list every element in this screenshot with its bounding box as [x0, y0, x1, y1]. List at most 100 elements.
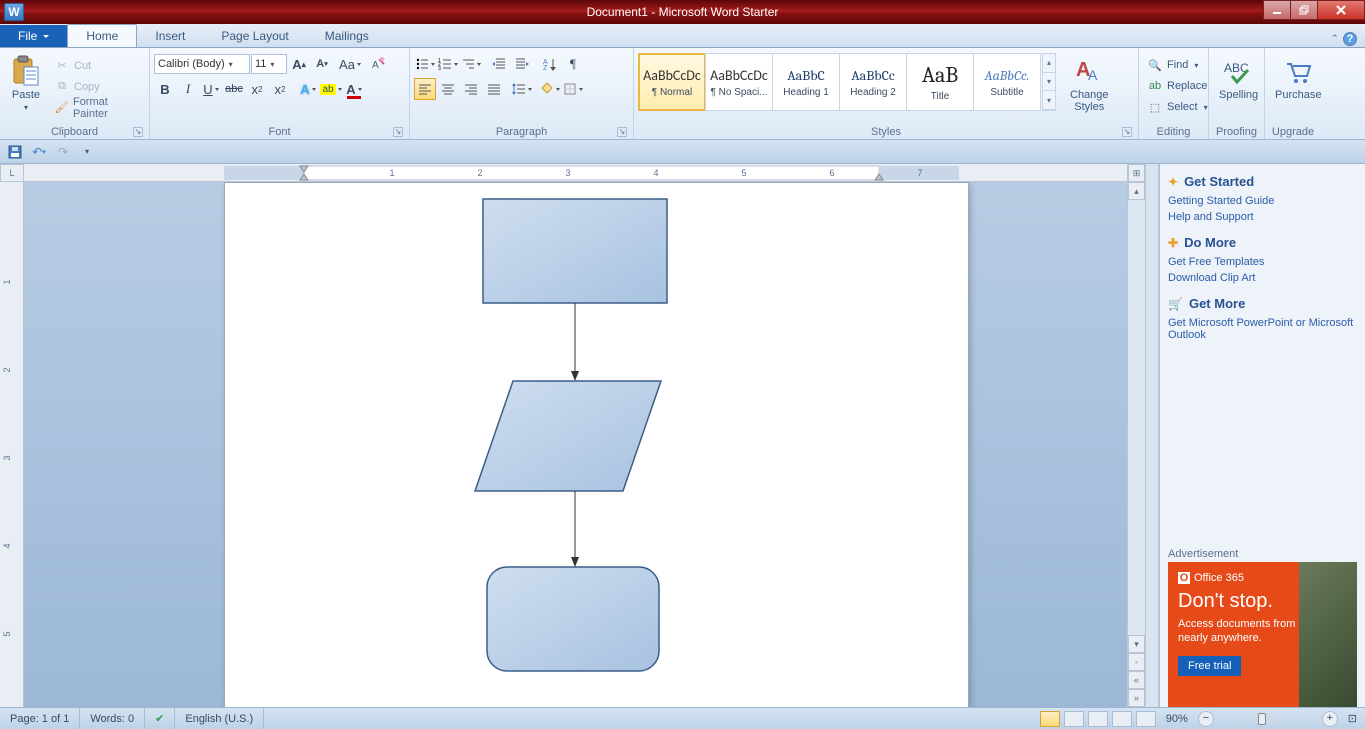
style-title[interactable]: AaBTitle — [906, 53, 974, 111]
grow-font-button[interactable]: A▴ — [288, 53, 310, 75]
ruler-toggle-icon[interactable]: ⊞ — [1128, 164, 1145, 182]
tab-selector[interactable]: L — [0, 164, 24, 182]
view-web-layout[interactable] — [1088, 711, 1108, 727]
indent-button[interactable] — [511, 53, 533, 75]
restore-button[interactable] — [1290, 0, 1318, 20]
numbering-button[interactable]: 123 — [437, 53, 459, 75]
multilevel-button[interactable] — [460, 53, 482, 75]
shading-button[interactable] — [539, 78, 561, 100]
font-size-combo[interactable]: 11▾ — [251, 54, 287, 74]
horizontal-ruler[interactable]: 123 456 7 — [24, 164, 1127, 182]
superscript-button[interactable]: x2 — [269, 78, 291, 100]
align-left-button[interactable] — [414, 78, 436, 100]
styles-gallery[interactable]: AaBbCcDc¶ NormalAaBbCcDc¶ No Spaci...AaB… — [638, 53, 1040, 111]
view-outline[interactable] — [1112, 711, 1132, 727]
align-right-button[interactable] — [460, 78, 482, 100]
spelling-button[interactable]: ABC Spelling — [1213, 53, 1264, 103]
prev-page-button[interactable]: « — [1128, 671, 1145, 689]
change-case-button[interactable]: Aa — [339, 53, 361, 75]
paragraph-launcher[interactable]: ↘ — [617, 127, 627, 137]
link-templates[interactable]: Get Free Templates — [1168, 254, 1357, 270]
minimize-button[interactable] — [1263, 0, 1291, 20]
select-button[interactable]: ⬚Select▾ — [1143, 97, 1212, 117]
cut-button[interactable]: ✂Cut — [50, 55, 145, 76]
style-heading-2[interactable]: AaBbCcHeading 2 — [839, 53, 907, 111]
link-clipart[interactable]: Download Clip Art — [1168, 270, 1357, 286]
page-area[interactable] — [24, 182, 1127, 707]
scroll-down-button[interactable]: ▾ — [1128, 635, 1145, 653]
align-center-button[interactable] — [437, 78, 459, 100]
styles-scroll[interactable]: ▴▾▾ — [1042, 53, 1056, 111]
clipboard-launcher[interactable]: ↘ — [133, 127, 143, 137]
next-page-button[interactable]: » — [1128, 689, 1145, 707]
tab-page-layout[interactable]: Page Layout — [203, 25, 306, 47]
redo-button[interactable]: ↷ — [54, 143, 72, 161]
paste-button[interactable]: Paste ▾ — [4, 53, 48, 114]
line-spacing-button[interactable] — [511, 78, 533, 100]
vertical-scrollbar[interactable]: ⊞ ▴ ▾ ◦ « » — [1127, 164, 1145, 707]
view-full-screen[interactable] — [1064, 711, 1084, 727]
browse-object-button[interactable]: ◦ — [1128, 653, 1145, 671]
font-name-combo[interactable]: Calibri (Body)▾ — [154, 54, 250, 74]
purchase-button[interactable]: Purchase — [1269, 53, 1327, 103]
strike-button[interactable]: abc — [223, 78, 245, 100]
find-button[interactable]: 🔍Find▾ — [1143, 55, 1212, 75]
borders-button[interactable] — [562, 78, 584, 100]
status-page[interactable]: Page: 1 of 1 — [0, 708, 80, 729]
advertisement[interactable]: OOffice 365 Don't stop. Access documents… — [1168, 562, 1357, 707]
vertical-ruler[interactable]: 1 2 3 4 5 — [0, 182, 24, 707]
underline-button[interactable]: U — [200, 78, 222, 100]
qat-customize[interactable]: ▾ — [78, 143, 96, 161]
zoom-fit-icon[interactable]: ⊡ — [1348, 712, 1357, 725]
zoom-out-button[interactable]: − — [1198, 711, 1214, 727]
save-button[interactable] — [6, 143, 24, 161]
ad-cta-button[interactable]: Free trial — [1178, 656, 1241, 676]
zoom-in-button[interactable]: + — [1322, 711, 1338, 727]
shrink-font-button[interactable]: A▾ — [311, 53, 333, 75]
tab-insert[interactable]: Insert — [137, 25, 203, 47]
status-language[interactable]: English (U.S.) — [175, 708, 264, 729]
tab-home[interactable]: Home — [67, 24, 137, 47]
tab-file[interactable]: File — [0, 25, 67, 47]
highlight-button[interactable]: ab — [320, 78, 342, 100]
change-styles-button[interactable]: AA Change Styles — [1064, 53, 1115, 115]
scroll-up-button[interactable]: ▴ — [1128, 182, 1145, 200]
link-help[interactable]: Help and Support — [1168, 209, 1357, 225]
view-print-layout[interactable] — [1040, 711, 1060, 727]
minimize-ribbon-icon[interactable]: ˆ — [1333, 32, 1337, 47]
style-heading-1[interactable]: AaBbCHeading 1 — [772, 53, 840, 111]
status-words[interactable]: Words: 0 — [80, 708, 145, 729]
subscript-button[interactable]: x2 — [246, 78, 268, 100]
link-get-office[interactable]: Get Microsoft PowerPoint or Microsoft Ou… — [1168, 315, 1357, 343]
panel-toggle[interactable] — [1145, 164, 1159, 707]
font-color-button[interactable]: A — [343, 78, 365, 100]
format-painter-button[interactable]: 🖌Format Painter — [50, 97, 145, 118]
help-icon[interactable]: ? — [1343, 32, 1357, 46]
zoom-value[interactable]: 90% — [1166, 713, 1188, 725]
bold-button[interactable]: B — [154, 78, 176, 100]
styles-launcher[interactable]: ↘ — [1122, 127, 1132, 137]
clear-format-button[interactable]: A — [367, 53, 389, 75]
sort-button[interactable]: AZ — [539, 53, 561, 75]
bullets-button[interactable] — [414, 53, 436, 75]
style-subtitle[interactable]: AaBbCc.Subtitle — [973, 53, 1041, 111]
link-getting-started[interactable]: Getting Started Guide — [1168, 193, 1357, 209]
font-launcher[interactable]: ↘ — [393, 127, 403, 137]
status-proofing[interactable]: ✔ — [145, 708, 175, 729]
style---normal[interactable]: AaBbCcDc¶ Normal — [638, 53, 706, 111]
close-button[interactable] — [1317, 0, 1365, 20]
outdent-button[interactable] — [488, 53, 510, 75]
show-marks-button[interactable]: ¶ — [562, 53, 584, 75]
copy-button[interactable]: ⧉Copy — [50, 76, 145, 97]
style---no-spaci---[interactable]: AaBbCcDc¶ No Spaci... — [705, 53, 773, 111]
document-page[interactable] — [224, 182, 969, 707]
view-draft[interactable] — [1136, 711, 1156, 727]
italic-button[interactable]: I — [177, 78, 199, 100]
justify-button[interactable] — [483, 78, 505, 100]
text-effects-button[interactable]: A — [297, 78, 319, 100]
zoom-slider[interactable] — [1218, 717, 1318, 721]
tab-mailings[interactable]: Mailings — [307, 25, 387, 47]
replace-button[interactable]: abReplace — [1143, 76, 1212, 96]
undo-button[interactable]: ↶▾ — [30, 143, 48, 161]
paste-label: Paste — [12, 89, 40, 101]
